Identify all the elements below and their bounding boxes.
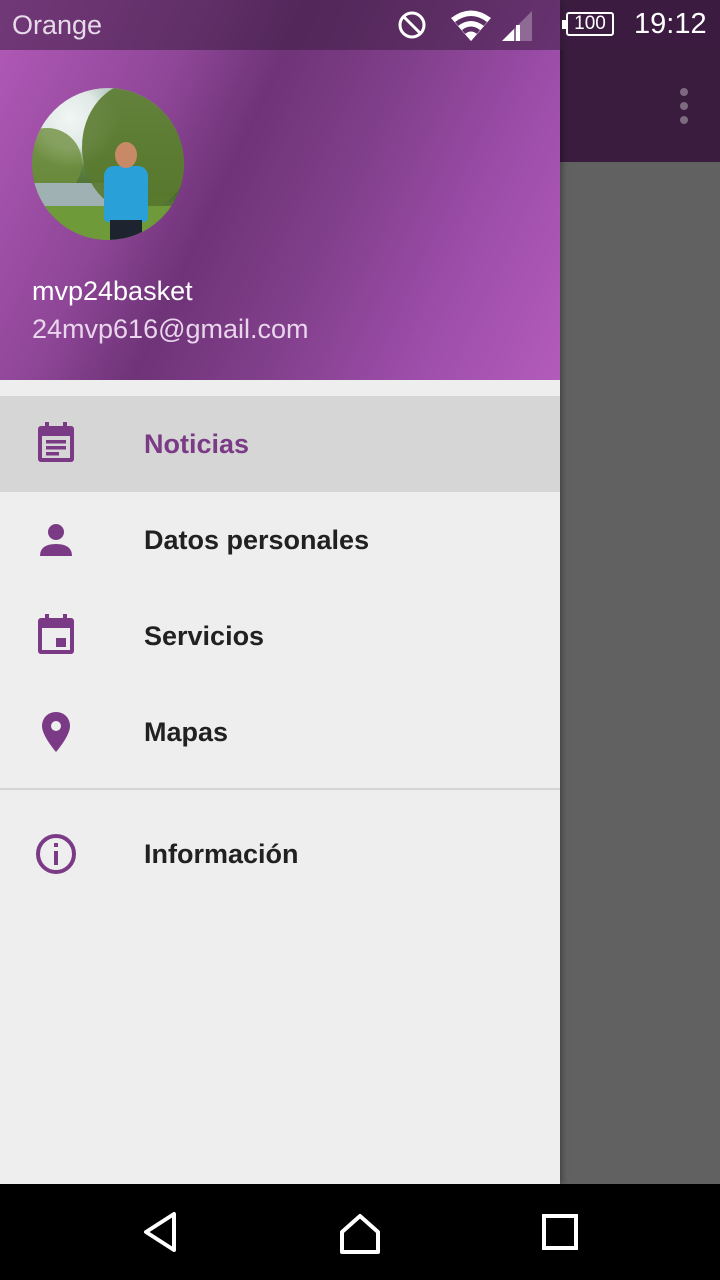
recents-icon[interactable] [532,1204,588,1260]
map-pin-icon [42,712,70,752]
menu-item-label: Información [144,838,299,869]
account-email: 24mvp616@gmail.com [32,314,309,344]
menu-item-label: Servicios [144,620,265,651]
back-icon[interactable] [132,1204,188,1260]
menu-item-servicios[interactable]: Servicios [0,588,560,684]
battery-icon: 100 [562,12,614,36]
home-icon[interactable] [332,1204,388,1260]
menu-item-label: Mapas [144,716,229,747]
calendar-icon [38,614,74,654]
clock: 19:12 [634,8,707,40]
drawer-menu: Noticias Datos personales Servicios Mapa… [0,396,560,902]
account-username: mvp24basket [32,276,193,306]
navigation-drawer: mvp24basket 24mvp616@gmail.com Noticias [0,0,560,1184]
system-navigation-bar [0,1184,720,1280]
wifi-icon [451,10,491,41]
screen: Orange 100 19:12 mvp24basket 24mvp616@gm… [0,0,720,1280]
menu-item-noticias[interactable]: Noticias [0,396,560,492]
menu-item-label: Noticias [144,428,250,459]
menu-item-informacion[interactable]: Información [0,806,560,902]
carrier-name: Orange [12,10,103,40]
avatar[interactable] [32,88,184,240]
menu-divider [0,788,560,790]
menu-item-mapas[interactable]: Mapas [0,684,560,780]
drawer-header: mvp24basket 24mvp616@gmail.com [0,0,560,380]
do-not-disturb-icon [398,11,426,39]
news-icon [38,422,74,462]
menu-item-label: Datos personales [144,524,370,555]
menu-item-datos-personales[interactable]: Datos personales [0,492,560,588]
info-icon [36,834,76,874]
cell-signal-icon [502,11,532,41]
overflow-menu-icon[interactable] [676,88,692,124]
person-icon [40,524,72,556]
status-bar: Orange 100 19:12 [0,0,720,50]
